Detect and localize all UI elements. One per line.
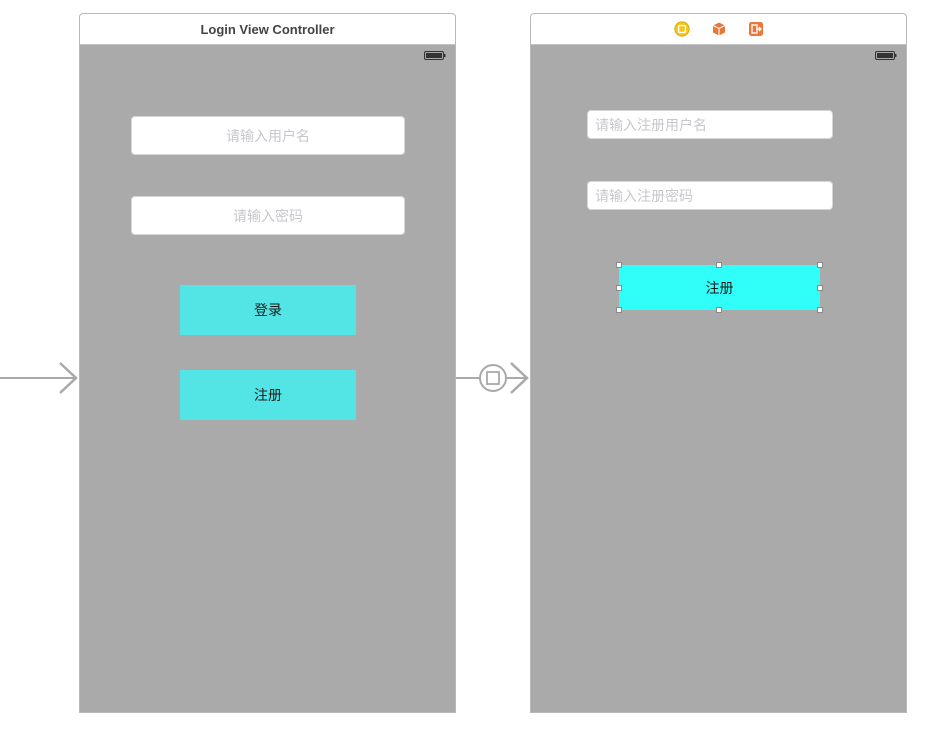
- register-username-placeholder: 请输入注册用户名: [595, 117, 707, 134]
- register-password-placeholder: 请输入注册密码: [595, 188, 693, 205]
- password-placeholder: 请输入密码: [233, 208, 303, 225]
- resize-handle-bottom-right[interactable]: [817, 307, 823, 313]
- login-button-label: 登录: [254, 303, 282, 319]
- register-password-text-field[interactable]: 请输入注册密码: [587, 181, 833, 210]
- username-text-field[interactable]: 请输入用户名: [131, 116, 405, 155]
- segue-node-icon[interactable]: [479, 364, 507, 392]
- scene-title: Login View Controller: [200, 21, 335, 37]
- register-view-controller-scene[interactable]: 请输入注册用户名 请输入注册密码 注册: [530, 13, 907, 713]
- username-placeholder: 请输入用户名: [226, 128, 310, 145]
- resize-handle-top-right[interactable]: [817, 262, 823, 268]
- resize-handle-bottom[interactable]: [716, 307, 722, 313]
- storyboard-canvas: Login View Controller 请输入用户名 请输入密码 登录 注册: [0, 0, 931, 735]
- register-username-text-field[interactable]: 请输入注册用户名: [587, 110, 833, 139]
- register-button[interactable]: 注册: [180, 370, 356, 420]
- resize-handle-top-left[interactable]: [616, 262, 622, 268]
- exit-icon[interactable]: [748, 21, 764, 37]
- first-responder-icon[interactable]: [711, 21, 727, 37]
- battery-icon: [424, 51, 446, 60]
- login-button[interactable]: 登录: [180, 285, 356, 335]
- resize-handle-top[interactable]: [716, 262, 722, 268]
- resize-handle-left[interactable]: [616, 285, 622, 291]
- resize-handle-right[interactable]: [817, 285, 823, 291]
- view-controller-icon[interactable]: [673, 21, 690, 37]
- register-submit-label: 注册: [705, 280, 734, 297]
- battery-icon: [875, 51, 897, 60]
- login-view-controller-scene[interactable]: Login View Controller 请输入用户名 请输入密码 登录 注册: [79, 13, 456, 713]
- scene-header[interactable]: Login View Controller: [80, 14, 455, 45]
- register-button-label: 注册: [254, 388, 282, 404]
- resize-handle-bottom-left[interactable]: [616, 307, 622, 313]
- scene-dock[interactable]: [531, 14, 906, 45]
- initial-view-controller-arrow: [0, 362, 78, 394]
- password-text-field[interactable]: 请输入密码: [131, 196, 405, 235]
- register-submit-button[interactable]: 注册: [619, 265, 820, 310]
